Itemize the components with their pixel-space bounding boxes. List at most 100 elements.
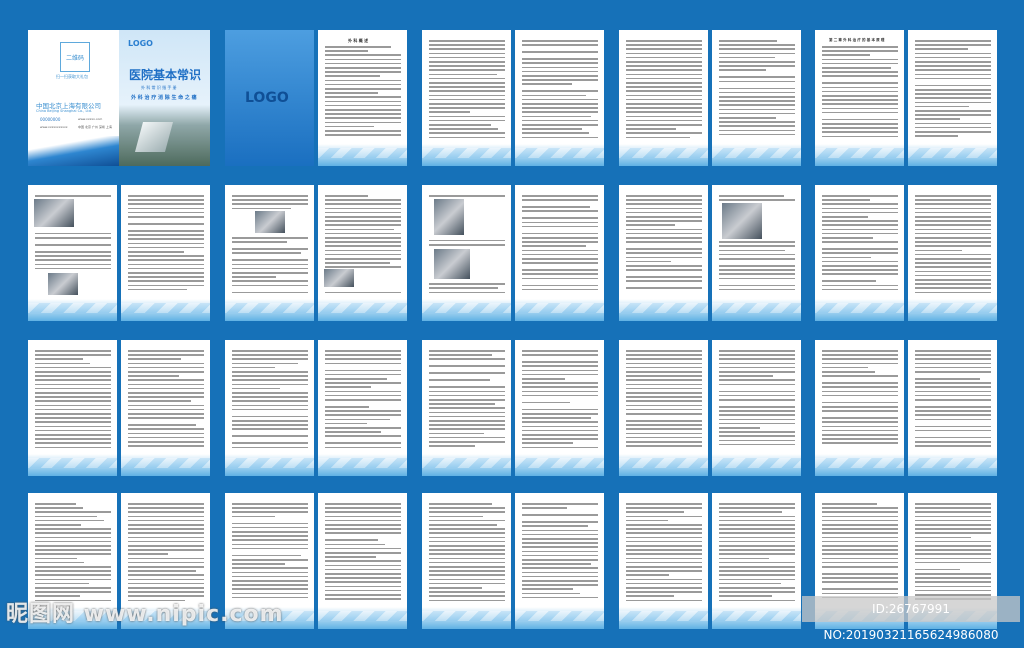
text-line xyxy=(35,434,111,436)
text-line xyxy=(626,61,702,63)
text-line xyxy=(128,366,204,369)
text-line xyxy=(915,445,991,447)
text-line xyxy=(626,591,702,593)
page-wave-footer xyxy=(515,607,604,629)
text-line xyxy=(35,511,111,513)
text-line xyxy=(822,553,898,555)
text-line xyxy=(35,507,83,509)
text-line xyxy=(325,266,401,268)
text-line xyxy=(128,216,204,218)
text-line xyxy=(35,195,111,197)
text-line xyxy=(719,418,795,421)
text-line xyxy=(429,358,505,360)
text-line xyxy=(719,578,795,581)
text-line xyxy=(822,350,898,352)
text-line xyxy=(325,358,401,360)
text-line xyxy=(232,404,308,407)
text-line xyxy=(626,128,676,130)
text-line xyxy=(325,350,401,352)
text-line xyxy=(325,507,401,509)
text-line xyxy=(325,427,401,429)
text-line xyxy=(522,107,598,109)
text-line xyxy=(822,99,898,101)
text-line xyxy=(325,220,401,222)
website: www.xxxxx.com xyxy=(78,117,103,121)
text-line xyxy=(232,424,308,426)
cities: 中国 北京 广州 深圳 上海 xyxy=(78,125,112,129)
text-line xyxy=(915,557,991,560)
text-line xyxy=(626,366,702,369)
text-line xyxy=(522,237,598,239)
text-line xyxy=(325,446,401,449)
text-line xyxy=(719,511,782,513)
text-line xyxy=(915,429,991,432)
text-line xyxy=(626,280,702,282)
text-line xyxy=(626,124,702,126)
text-line xyxy=(719,69,766,71)
text-line xyxy=(522,199,598,201)
page-wave-footer xyxy=(619,144,708,166)
text-line xyxy=(522,136,598,139)
text-line xyxy=(915,410,991,412)
text-line xyxy=(232,503,308,505)
text-line xyxy=(128,570,196,572)
qr-code[interactable]: 二维码 xyxy=(60,42,90,72)
text-line xyxy=(915,515,991,518)
text-line xyxy=(522,514,598,516)
text-line xyxy=(128,223,204,225)
page-wave-footer xyxy=(28,454,117,476)
brochure-page xyxy=(318,340,407,476)
text-line xyxy=(822,577,898,579)
text-line xyxy=(719,422,795,425)
text-line xyxy=(232,408,308,411)
text-line xyxy=(232,575,308,578)
text-line xyxy=(128,375,179,377)
text-line xyxy=(822,545,898,547)
text-line xyxy=(429,132,505,134)
text-line xyxy=(822,123,898,125)
text-line xyxy=(232,507,308,509)
brochure-page xyxy=(225,340,314,476)
text-line xyxy=(35,574,111,576)
text-line xyxy=(915,118,960,120)
page-wave-footer xyxy=(712,299,801,321)
text-line xyxy=(522,559,598,561)
text-line xyxy=(719,414,795,416)
text-line xyxy=(822,111,898,114)
text-line xyxy=(429,399,505,401)
text-line xyxy=(325,228,394,231)
text-line xyxy=(719,91,795,94)
text-line xyxy=(626,524,702,526)
text-line xyxy=(915,399,991,401)
text-line xyxy=(522,417,591,419)
text-line xyxy=(429,540,505,543)
text-line xyxy=(719,354,795,356)
text-line xyxy=(522,273,598,275)
text-line xyxy=(915,40,991,42)
brochure-spread: 二维码 扫一扫获取大礼包 中国北京上海有限公司 China Beijing Shang… xyxy=(28,30,210,166)
text-line xyxy=(35,387,111,390)
text-line xyxy=(626,515,702,518)
text-line xyxy=(719,394,795,397)
text-line xyxy=(429,73,497,76)
page-wave-footer xyxy=(712,607,801,629)
text-line xyxy=(626,387,702,390)
text-line xyxy=(822,199,870,201)
text-line xyxy=(822,195,898,197)
text-line xyxy=(429,561,505,564)
text-line xyxy=(429,94,505,97)
brochure-spread xyxy=(619,185,801,321)
text-line xyxy=(35,354,111,356)
text-line xyxy=(35,383,111,386)
text-line xyxy=(429,244,505,246)
page-photo xyxy=(324,269,354,287)
text-line xyxy=(522,90,598,92)
text-line xyxy=(429,411,505,414)
text-line xyxy=(429,428,505,430)
text-line xyxy=(429,545,505,547)
text-line xyxy=(128,549,204,551)
text-line xyxy=(128,540,204,543)
text-line xyxy=(128,251,184,253)
brochure-page: 第 二 章 外 科 治 疗 的 基 本 原 理 xyxy=(815,30,904,166)
text-line xyxy=(626,432,702,435)
